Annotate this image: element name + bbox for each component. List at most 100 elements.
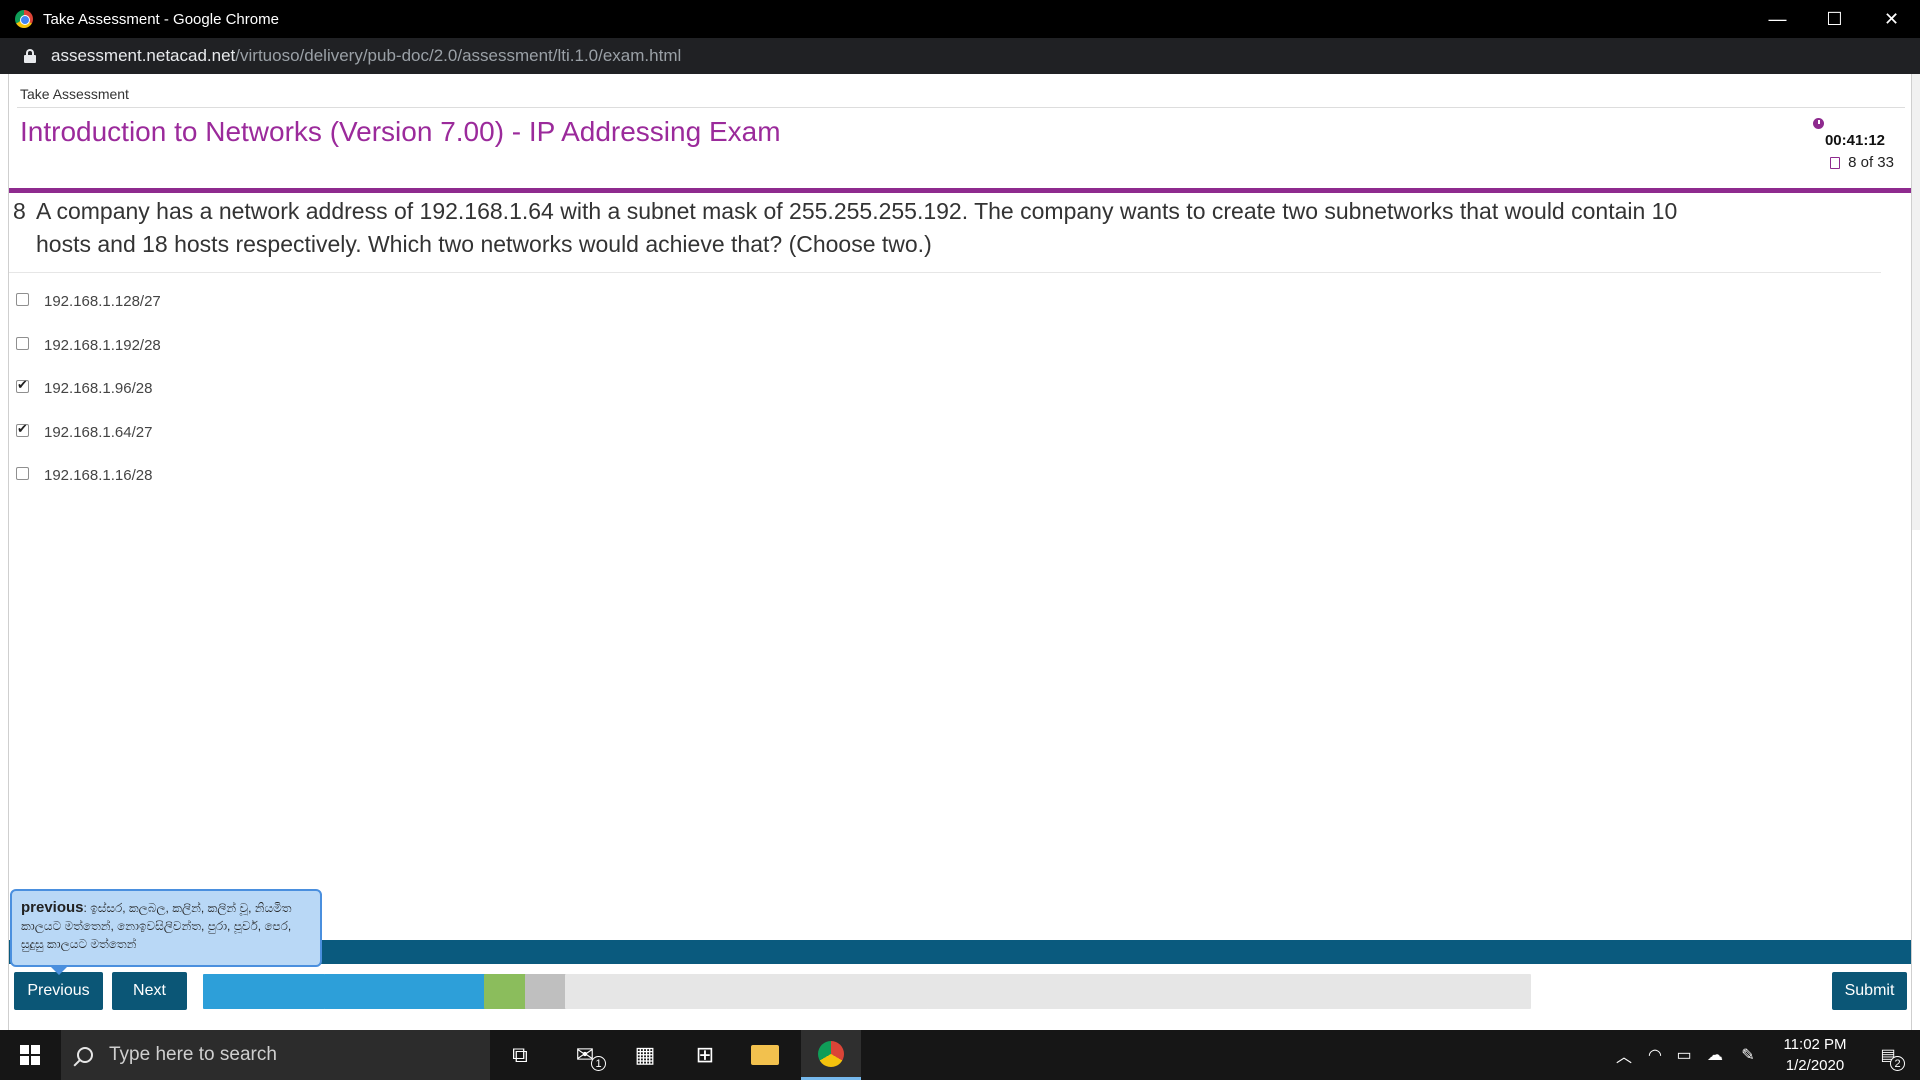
- windows-taskbar: Type here to search ⧉ ✉ 1 ▦ ⊞ ︿ ◠ ▭ ☁ ✎ 1…: [0, 1030, 1920, 1080]
- start-button[interactable]: [0, 1030, 60, 1080]
- mail-icon[interactable]: ✉ 1: [555, 1030, 615, 1080]
- page-scrollbar-track[interactable]: [1912, 74, 1920, 530]
- store-icon[interactable]: ⊞: [675, 1030, 735, 1080]
- taskbar-search[interactable]: Type here to search: [61, 1030, 490, 1080]
- answer-label[interactable]: 192.168.1.128/27: [44, 293, 161, 310]
- url-text[interactable]: assessment.netacad.net/virtuoso/delivery…: [51, 46, 681, 66]
- timer-value: 00:41:12: [1824, 132, 1885, 149]
- question-progress: 8 of 33: [1848, 154, 1894, 171]
- chrome-taskbar-icon[interactable]: [801, 1030, 861, 1080]
- question-nav-box[interactable]: [363, 974, 406, 1009]
- question-nav-box[interactable]: [283, 974, 326, 1009]
- document-icon: [1830, 157, 1840, 169]
- question-nav-box[interactable]: [1409, 974, 1451, 1009]
- clock-icon: [1813, 118, 1824, 129]
- question-stem: 8 A company has a network address of 192…: [13, 195, 1733, 261]
- question-nav-box[interactable]: [1047, 974, 1090, 1009]
- onedrive-icon[interactable]: ☁: [1703, 1030, 1727, 1080]
- question-nav-box[interactable]: [926, 974, 969, 1009]
- show-hidden-icons-icon[interactable]: ︿: [1612, 1030, 1636, 1080]
- close-button[interactable]: ✕: [1863, 0, 1920, 38]
- wifi-icon[interactable]: ◠: [1643, 1030, 1667, 1080]
- question-nav-box[interactable]: [1167, 974, 1210, 1009]
- question-nav-box[interactable]: [685, 974, 728, 1009]
- mail-badge: 1: [591, 1056, 606, 1071]
- notification-badge: 2: [1890, 1056, 1905, 1071]
- calendar-app-icon[interactable]: ▦: [615, 1030, 675, 1080]
- translation-tooltip: previous: ඉස්සර, කලබල, කලින්, කලින් වූ, …: [10, 889, 322, 967]
- pen-icon[interactable]: ✎: [1736, 1030, 1760, 1080]
- question-nav-box[interactable]: [564, 974, 607, 1009]
- question-nav-box[interactable]: [524, 974, 567, 1009]
- question-nav-box[interactable]: [765, 974, 808, 1009]
- answer-option[interactable]: 192.168.1.192/28: [16, 334, 161, 378]
- answer-checkbox[interactable]: [16, 336, 29, 350]
- question-nav-box[interactable]: [1449, 974, 1492, 1009]
- answer-option[interactable]: 192.168.1.64/27: [16, 421, 161, 465]
- window-controls: — ☐ ✕: [1749, 0, 1920, 38]
- battery-icon[interactable]: ▭: [1672, 1030, 1696, 1080]
- question-nav-box[interactable]: [1087, 974, 1130, 1009]
- previous-button[interactable]: Previous: [14, 972, 103, 1010]
- question-nav-box[interactable]: [404, 974, 446, 1009]
- windows-logo-icon: [20, 1045, 40, 1065]
- question-nav-box[interactable]: [1489, 974, 1532, 1009]
- system-clock[interactable]: 11:02 PM 1/2/2020: [1770, 1034, 1860, 1076]
- question-nav-box[interactable]: [323, 974, 366, 1009]
- submit-button[interactable]: Submit: [1832, 972, 1907, 1010]
- clock-time: 11:02 PM: [1783, 1036, 1847, 1053]
- question-nav-box[interactable]: [1288, 974, 1331, 1009]
- question-nav-box[interactable]: [243, 974, 286, 1009]
- search-icon: [77, 1047, 93, 1063]
- question-nav-box[interactable]: [1127, 974, 1170, 1009]
- question-nav-box[interactable]: [806, 974, 848, 1009]
- window-title-bar: Take Assessment - Google Chrome — ☐ ✕: [0, 0, 1920, 38]
- answer-options: 192.168.1.128/27 192.168.1.192/28 192.168.…: [16, 290, 161, 508]
- question-nav-box[interactable]: [1248, 974, 1291, 1009]
- question-nav-box[interactable]: [725, 974, 768, 1009]
- next-button[interactable]: Next: [112, 972, 187, 1010]
- answer-checkbox[interactable]: [16, 377, 29, 393]
- question-number: 8: [13, 198, 26, 224]
- question-nav-box[interactable]: [1328, 974, 1371, 1009]
- answer-checkbox[interactable]: [16, 467, 29, 480]
- question-divider: [9, 272, 1881, 273]
- navigation-bar: Previous Next Submit: [14, 972, 1914, 1010]
- tooltip-word: previous: [21, 899, 84, 916]
- title-divider: [9, 188, 1911, 193]
- answer-label[interactable]: 192.168.1.96/28: [44, 380, 152, 397]
- question-nav-box[interactable]: [966, 974, 1009, 1009]
- question-nav-box[interactable]: [846, 974, 889, 1009]
- answer-label[interactable]: 192.168.1.192/28: [44, 337, 161, 354]
- minimize-button[interactable]: —: [1749, 0, 1806, 38]
- answer-label[interactable]: 192.168.1.16/28: [44, 467, 152, 484]
- question-nav-box[interactable]: [484, 974, 527, 1009]
- tooltip-pointer: [50, 966, 68, 975]
- file-explorer-icon[interactable]: [735, 1030, 795, 1080]
- question-nav-box[interactable]: [645, 974, 688, 1009]
- question-nav-box[interactable]: [444, 974, 487, 1009]
- answer-label[interactable]: 192.168.1.64/27: [44, 424, 152, 441]
- address-bar[interactable]: assessment.netacad.net/virtuoso/delivery…: [0, 38, 1920, 74]
- breadcrumb-divider: [17, 107, 1905, 108]
- answer-option[interactable]: 192.168.1.16/28: [16, 464, 161, 508]
- maximize-button[interactable]: ☐: [1806, 0, 1863, 38]
- question-nav-box[interactable]: [203, 974, 245, 1009]
- question-nav-box[interactable]: [1007, 974, 1049, 1009]
- answer-checkbox[interactable]: [16, 421, 29, 437]
- question-nav-box[interactable]: [605, 974, 647, 1009]
- question-text: A company has a network address of 192.1…: [36, 198, 1678, 257]
- question-nav-box[interactable]: [886, 974, 929, 1009]
- breadcrumb: Take Assessment: [20, 86, 129, 102]
- answer-checkbox[interactable]: [16, 293, 29, 306]
- clock-date: 1/2/2020: [1785, 1057, 1845, 1074]
- answer-option[interactable]: 192.168.1.96/28: [16, 377, 161, 421]
- question-nav-box[interactable]: [1208, 974, 1250, 1009]
- task-view-icon[interactable]: ⧉: [490, 1030, 550, 1080]
- answer-option[interactable]: 192.168.1.128/27: [16, 290, 161, 334]
- notifications-icon[interactable]: ▤ 2: [1868, 1030, 1908, 1080]
- question-nav-box[interactable]: [1368, 974, 1411, 1009]
- search-placeholder: Type here to search: [109, 1044, 277, 1065]
- lock-icon[interactable]: [24, 49, 36, 63]
- url-path: /virtuoso/delivery/pub-doc/2.0/assessmen…: [235, 46, 682, 65]
